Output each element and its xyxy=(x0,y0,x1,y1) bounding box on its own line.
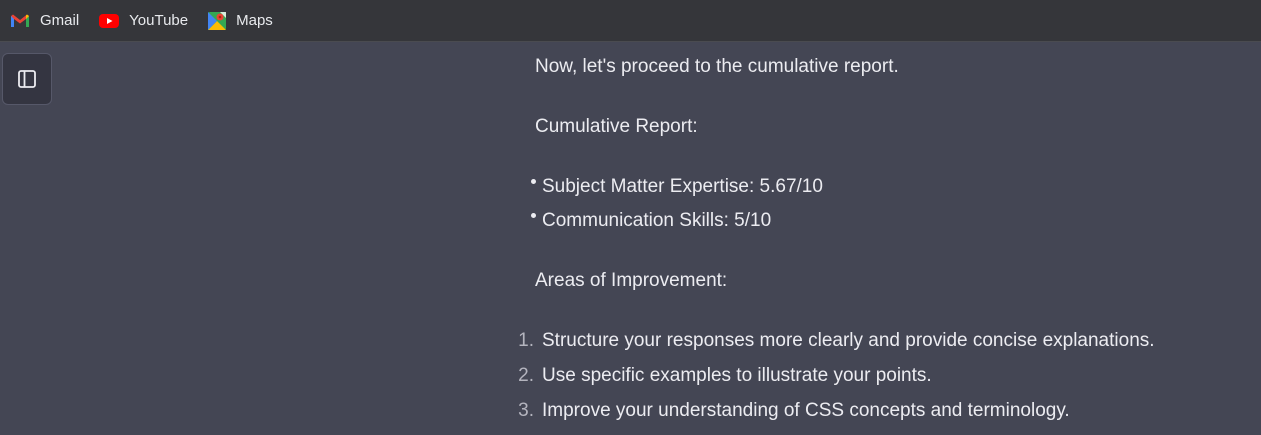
bookmarks-bar: Gmail YouTube Maps xyxy=(0,0,1261,42)
message-intro: Now, let's proceed to the cumulative rep… xyxy=(535,56,899,77)
bookmark-youtube[interactable]: YouTube xyxy=(99,7,188,35)
list-number: 2. xyxy=(518,365,534,386)
list-item: 1. Structure your responses more clearly… xyxy=(518,330,1155,352)
sidebar-toggle-icon xyxy=(18,70,36,88)
youtube-icon xyxy=(99,13,120,28)
improvement-heading: Areas of Improvement: xyxy=(535,270,728,291)
report-item-text: Subject Matter Expertise: 5.67/10 xyxy=(542,176,823,197)
bookmark-maps[interactable]: Maps xyxy=(208,7,273,35)
list-item: 3. Improve your understanding of CSS con… xyxy=(518,400,1070,422)
bookmark-label: Gmail xyxy=(40,12,80,29)
report-heading: Cumulative Report: xyxy=(535,116,698,137)
gmail-icon xyxy=(11,14,29,27)
improvement-item-text: Structure your responses more clearly an… xyxy=(542,330,1155,351)
bullet xyxy=(531,179,536,184)
report-item-text: Communication Skills: 5/10 xyxy=(542,210,772,231)
bullet xyxy=(531,213,536,218)
improvement-item-text: Improve your understanding of CSS concep… xyxy=(542,400,1070,421)
improvement-item-text: Use specific examples to illustrate your… xyxy=(542,365,932,386)
list-item: Subject Matter Expertise: 5.67/10 xyxy=(531,176,823,198)
sidebar-toggle-button[interactable] xyxy=(2,53,52,105)
maps-icon xyxy=(208,11,227,30)
bookmark-gmail[interactable]: Gmail xyxy=(10,7,79,35)
list-item: 2. Use specific examples to illustrate y… xyxy=(518,365,932,387)
bookmark-label: YouTube xyxy=(129,12,189,29)
list-number: 3. xyxy=(518,400,534,421)
list-number: 1. xyxy=(518,330,534,351)
bookmark-label: Maps xyxy=(236,12,273,29)
list-item: Communication Skills: 5/10 xyxy=(531,210,772,232)
